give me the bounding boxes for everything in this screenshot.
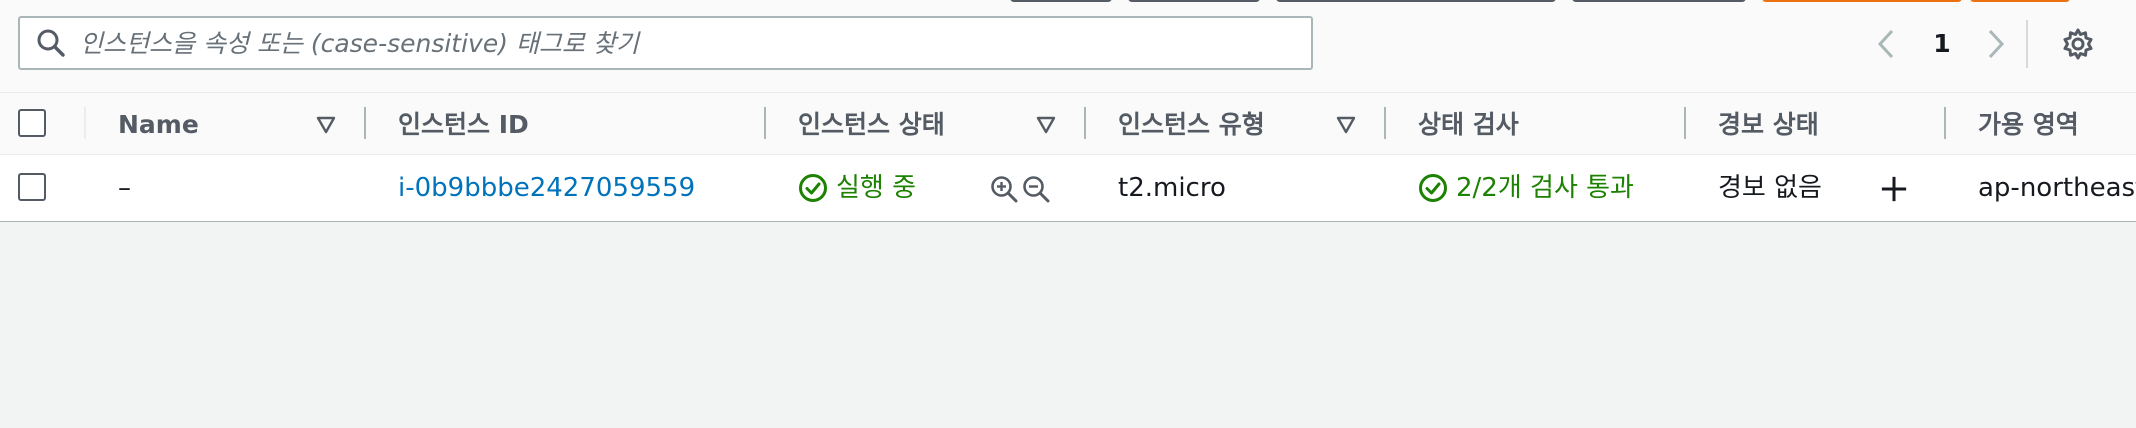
primary-action-button[interactable]: [1970, 0, 2070, 2]
check-circle-icon: [1419, 174, 1447, 202]
column-resizer[interactable]: [1684, 107, 1686, 139]
gear-icon: [2063, 28, 2093, 60]
plus-icon: [1881, 176, 1907, 202]
column-resizer[interactable]: [1084, 107, 1086, 139]
next-page-button[interactable]: [1978, 22, 2014, 66]
instance-state: 실행 중: [798, 171, 916, 205]
caret-down-icon[interactable]: [1334, 113, 1358, 137]
previous-page-button[interactable]: [1868, 22, 1904, 66]
instances-table: Name 인스턴스 ID 인스턴스 상태 인스턴스 유형 상태 검사 경보 상태…: [0, 92, 2136, 222]
column-header-name[interactable]: Name: [118, 109, 199, 141]
column-resizer[interactable]: [1384, 107, 1386, 139]
divider: [2026, 20, 2028, 68]
toolbar-button[interactable]: [1572, 0, 1746, 2]
status-check[interactable]: 2/2개 검사 통과: [1418, 171, 1634, 205]
select-all-checkbox[interactable]: [18, 109, 46, 137]
table-header: Name 인스턴스 ID 인스턴스 상태 인스턴스 유형 상태 검사 경보 상태…: [0, 93, 2136, 155]
status-check-label: 2/2개 검사 통과: [1456, 173, 1634, 203]
current-page-number[interactable]: 1: [1924, 26, 1960, 62]
toolbar-button[interactable]: [1010, 0, 1112, 2]
table-row[interactable]: – i-0b9bbbe2427059559 실행 중 t2.micro 2/2개…: [0, 155, 2136, 221]
zoom-out-button[interactable]: [1022, 175, 1050, 203]
column-header-alarm-status[interactable]: 경보 상태: [1718, 109, 1819, 141]
add-alarm-button[interactable]: [1880, 175, 1908, 203]
check-circle-icon: [799, 174, 827, 202]
instance-type: t2.micro: [1118, 173, 1226, 203]
instance-name: –: [118, 173, 131, 203]
zoom-in-icon: [991, 176, 1018, 203]
column-header-status-check[interactable]: 상태 검사: [1418, 109, 1519, 141]
search-icon: [37, 29, 65, 57]
column-resizer[interactable]: [1944, 107, 1946, 139]
instance-state-label: 실행 중: [836, 173, 917, 203]
caret-down-icon[interactable]: [1034, 113, 1058, 137]
column-header-availability-zone[interactable]: 가용 영역: [1978, 109, 2079, 141]
chevron-right-icon: [1988, 29, 2005, 59]
caret-down-icon[interactable]: [314, 113, 338, 137]
search-input[interactable]: [80, 28, 1260, 58]
column-header-instance-state[interactable]: 인스턴스 상태: [798, 109, 945, 141]
column-resizer[interactable]: [364, 107, 366, 139]
toolbar-button[interactable]: [1276, 0, 1556, 2]
toolbar-button[interactable]: [1128, 0, 1260, 2]
zoom-out-icon: [1023, 176, 1050, 203]
column-header-instance-type[interactable]: 인스턴스 유형: [1118, 109, 1265, 141]
instance-id-link[interactable]: i-0b9bbbe2427059559: [398, 171, 695, 205]
column-header-instance-id[interactable]: 인스턴스 ID: [398, 109, 529, 141]
column-divider: [84, 107, 86, 139]
alarm-status: 경보 없음: [1718, 173, 1822, 203]
row-select-checkbox[interactable]: [18, 173, 46, 201]
column-resizer[interactable]: [764, 107, 766, 139]
availability-zone: ap-northeast-2a: [1978, 173, 2136, 203]
primary-action-button[interactable]: [1762, 0, 1962, 2]
preferences-button[interactable]: [2058, 24, 2098, 64]
search-box[interactable]: [18, 16, 1313, 70]
chevron-left-icon: [1877, 29, 1894, 59]
table-toolbar: 1: [0, 0, 2136, 92]
zoom-in-button[interactable]: [990, 175, 1018, 203]
